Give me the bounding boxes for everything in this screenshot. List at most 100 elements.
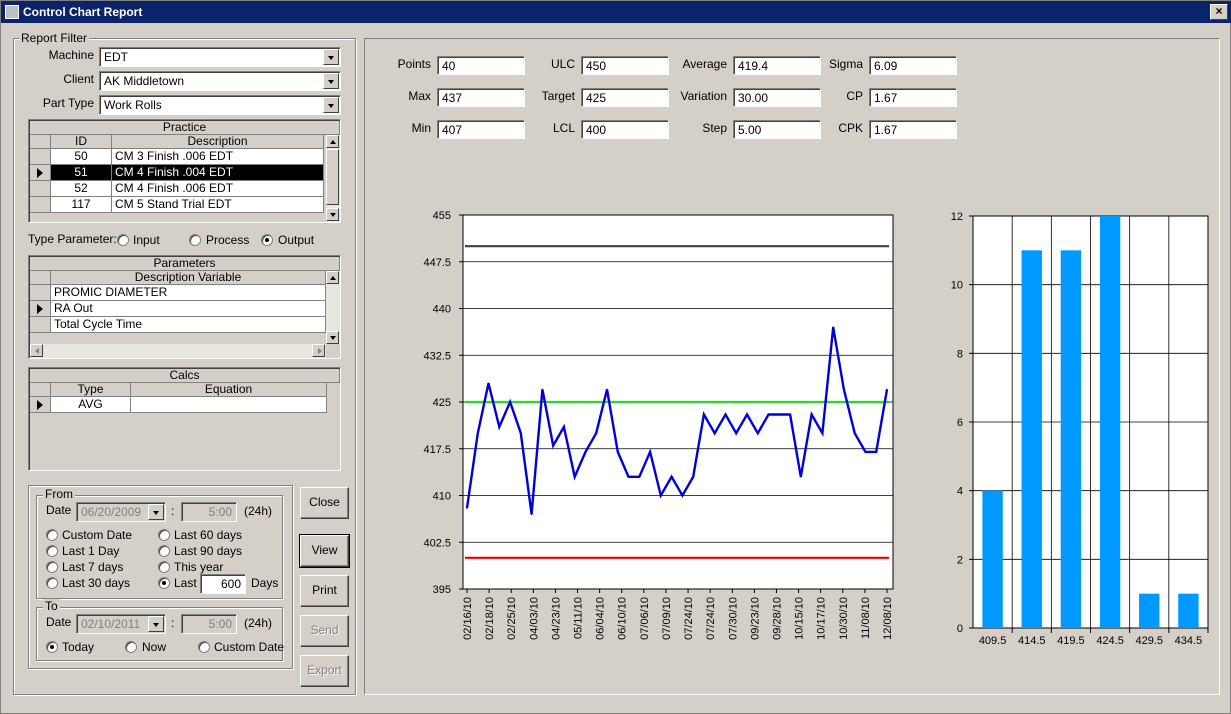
parameters-row-header[interactable] (30, 285, 51, 301)
scroll-up-icon[interactable] (326, 135, 339, 148)
target-value[interactable]: 425 (581, 88, 669, 107)
parameters-vscrollbar[interactable] (326, 271, 340, 344)
max-value[interactable]: 437 (437, 88, 525, 107)
sigma-value[interactable]: 6.09 (869, 56, 957, 75)
radio-today-label[interactable]: Today (62, 640, 94, 654)
practice-row-id[interactable]: 117 (51, 197, 112, 213)
parameters-row-header-current[interactable] (30, 301, 51, 317)
practice-row-header[interactable] (30, 181, 51, 197)
min-value[interactable]: 407 (437, 120, 525, 139)
client-select[interactable]: AK Middletown (99, 71, 341, 91)
ulc-value[interactable]: 450 (581, 56, 669, 75)
cpk-value[interactable]: 1.67 (869, 120, 957, 139)
practice-row-header-current[interactable] (30, 165, 51, 181)
practice-row-description[interactable]: CM 4 Finish .006 EDT (112, 181, 324, 197)
practice-row-header[interactable] (30, 197, 51, 213)
x-tick-label: 409.5 (979, 635, 1007, 647)
practice-scrollbar[interactable] (326, 135, 340, 222)
radio-last-60-days-label[interactable]: Last 60 days (174, 528, 242, 542)
practice-row-id[interactable]: 50 (51, 149, 112, 165)
radio-output[interactable] (261, 234, 273, 246)
from-date-picker[interactable]: 06/20/2009 (76, 502, 166, 522)
radio-now-label[interactable]: Now (142, 640, 166, 654)
radio-last-1-day[interactable] (46, 545, 58, 557)
radio-last-30-days[interactable] (46, 577, 58, 589)
radio-output-label[interactable]: Output (278, 233, 314, 247)
practice-row-id-selected[interactable]: 51 (51, 165, 112, 181)
chevron-down-icon[interactable] (148, 504, 164, 520)
parameters-row[interactable]: Total Cycle Time (51, 317, 326, 333)
chevron-down-icon[interactable] (323, 97, 339, 113)
radio-this-year[interactable] (158, 561, 170, 573)
parameters-row-header[interactable] (30, 317, 51, 333)
radio-now[interactable] (125, 641, 137, 653)
radio-process-label[interactable]: Process (206, 233, 249, 247)
to-date-picker[interactable]: 02/10/2011 (76, 614, 166, 634)
radio-process[interactable] (189, 234, 201, 246)
practice-row-description[interactable]: CM 5 Stand Trial EDT (112, 197, 324, 213)
export-button[interactable]: Export (300, 655, 349, 687)
practice-row-id[interactable]: 52 (51, 181, 112, 197)
practice-col-id[interactable]: ID (51, 135, 112, 149)
title-bar[interactable]: Control Chart Report × (1, 1, 1231, 23)
radio-last-n-days-label[interactable]: Last (174, 576, 197, 590)
last-days-input[interactable]: 600 (200, 574, 246, 594)
radio-input-label[interactable]: Input (133, 233, 160, 247)
radio-last-90-days[interactable] (158, 545, 170, 557)
radio-last-90-days-label[interactable]: Last 90 days (174, 544, 242, 558)
radio-last-7-days-label[interactable]: Last 7 days (62, 560, 123, 574)
radio-last-30-days-label[interactable]: Last 30 days (62, 576, 130, 590)
radio-custom-date-label[interactable]: Custom Date (62, 528, 132, 542)
radio-last-7-days[interactable] (46, 561, 58, 573)
calcs-row-type[interactable]: AVG (51, 397, 131, 413)
average-value[interactable]: 419.4 (733, 56, 821, 75)
close-window-button[interactable]: × (1210, 4, 1228, 20)
cp-value[interactable]: 1.67 (869, 88, 957, 107)
view-button[interactable]: View (299, 534, 350, 568)
data-point (843, 388, 845, 391)
parameters-row[interactable]: RA Out (51, 301, 326, 317)
radio-input[interactable] (117, 234, 129, 246)
parameters-row[interactable]: PROMIC DIAMETER (51, 285, 326, 301)
calcs-col-type[interactable]: Type (51, 383, 131, 397)
radio-custom-date[interactable] (46, 529, 58, 541)
practice-row-header[interactable] (30, 149, 51, 165)
points-value[interactable]: 40 (437, 56, 525, 75)
from-time-input[interactable]: 5:00 (181, 502, 237, 522)
practice-col-description[interactable]: Description (112, 135, 324, 149)
radio-custom-date-to[interactable] (198, 641, 210, 653)
radio-last-n-days[interactable] (158, 577, 170, 589)
calcs-row-equation[interactable] (131, 397, 327, 413)
scroll-right-icon[interactable] (312, 344, 325, 357)
machine-select[interactable]: EDT (99, 47, 341, 67)
scroll-thumb[interactable] (326, 149, 339, 205)
calcs-col-equation[interactable]: Equation (131, 383, 327, 397)
send-button[interactable]: Send (300, 615, 349, 647)
practice-row-description-selected[interactable]: CM 4 Finish .004 EDT (112, 165, 324, 181)
variation-value[interactable]: 30.00 (733, 88, 821, 107)
radio-this-year-label[interactable]: This year (174, 560, 223, 574)
parameters-hscrollbar[interactable] (30, 344, 326, 358)
scroll-down-icon[interactable] (326, 331, 339, 344)
lcl-value[interactable]: 400 (581, 120, 669, 139)
scroll-down-icon[interactable] (326, 208, 339, 221)
close-button[interactable]: Close (300, 487, 349, 519)
to-time-input[interactable]: 5:00 (181, 614, 237, 634)
step-value[interactable]: 5.00 (733, 120, 821, 139)
scroll-up-icon[interactable] (326, 271, 339, 284)
chevron-down-icon[interactable] (148, 616, 164, 632)
radio-last-1-day-label[interactable]: Last 1 Day (62, 544, 119, 558)
calcs-row-header-current[interactable] (30, 397, 51, 413)
x-tick-label: 434.5 (1175, 635, 1203, 647)
chevron-down-icon[interactable] (323, 49, 339, 65)
chevron-down-icon[interactable] (323, 73, 339, 89)
practice-row-description[interactable]: CM 3 Finish .006 EDT (112, 149, 324, 165)
print-button[interactable]: Print (300, 575, 349, 607)
part-type-select[interactable]: Work Rolls (99, 95, 341, 115)
radio-today[interactable] (46, 641, 58, 653)
radio-last-60-days[interactable] (158, 529, 170, 541)
radio-custom-date-to-label[interactable]: Custom Date (214, 640, 284, 654)
scroll-left-icon[interactable] (30, 344, 43, 357)
parameters-col-description[interactable]: Description Variable (51, 271, 326, 285)
average-label: Average (682, 57, 727, 71)
